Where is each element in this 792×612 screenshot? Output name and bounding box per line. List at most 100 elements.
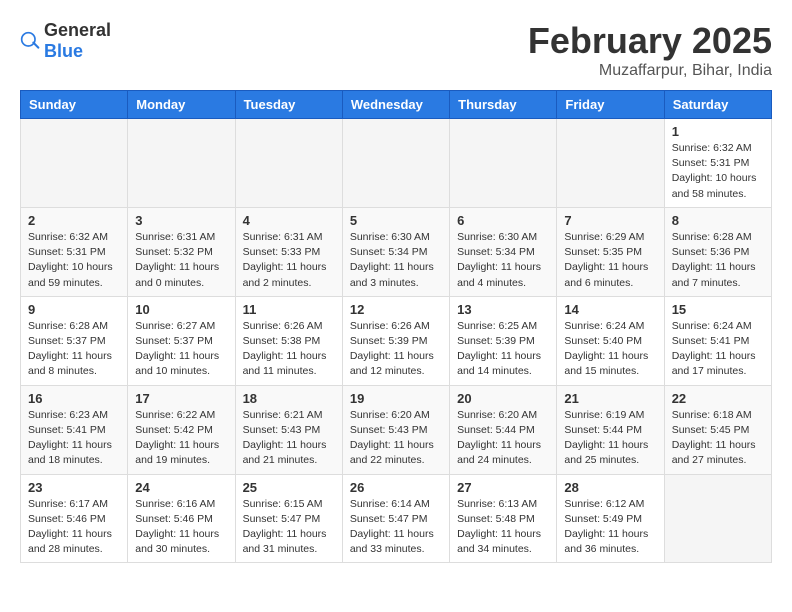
day-info: Sunrise: 6:12 AM Sunset: 5:49 PM Dayligh… — [564, 497, 656, 558]
day-cell — [235, 119, 342, 208]
day-info: Sunrise: 6:18 AM Sunset: 5:45 PM Dayligh… — [672, 408, 764, 469]
day-info: Sunrise: 6:20 AM Sunset: 5:44 PM Dayligh… — [457, 408, 549, 469]
day-cell — [128, 119, 235, 208]
day-cell: 25 Sunrise: 6:15 AM Sunset: 5:47 PM Dayli… — [235, 474, 342, 563]
day-info: Sunrise: 6:26 AM Sunset: 5:39 PM Dayligh… — [350, 319, 442, 380]
day-info: Sunrise: 6:24 AM Sunset: 5:40 PM Dayligh… — [564, 319, 656, 380]
day-info: Sunrise: 6:23 AM Sunset: 5:41 PM Dayligh… — [28, 408, 120, 469]
day-cell: 28 Sunrise: 6:12 AM Sunset: 5:49 PM Dayli… — [557, 474, 664, 563]
day-number: 15 — [672, 302, 764, 317]
day-cell — [664, 474, 771, 563]
day-number: 21 — [564, 391, 656, 406]
day-info: Sunrise: 6:27 AM Sunset: 5:37 PM Dayligh… — [135, 319, 227, 380]
day-number: 1 — [672, 124, 764, 139]
day-number: 14 — [564, 302, 656, 317]
day-info: Sunrise: 6:32 AM Sunset: 5:31 PM Dayligh… — [672, 141, 764, 202]
day-info: Sunrise: 6:17 AM Sunset: 5:46 PM Dayligh… — [28, 497, 120, 558]
day-info: Sunrise: 6:31 AM Sunset: 5:33 PM Dayligh… — [243, 230, 335, 291]
weekday-header-friday: Friday — [557, 91, 664, 119]
day-number: 25 — [243, 480, 335, 495]
day-info: Sunrise: 6:22 AM Sunset: 5:42 PM Dayligh… — [135, 408, 227, 469]
day-cell: 8Sunrise: 6:28 AM Sunset: 5:36 PM Daylig… — [664, 207, 771, 296]
weekday-header-monday: Monday — [128, 91, 235, 119]
day-cell: 4 Sunrise: 6:31 AM Sunset: 5:33 PM Daylig… — [235, 207, 342, 296]
day-number: 19 — [350, 391, 442, 406]
day-number: 17 — [135, 391, 227, 406]
day-info: Sunrise: 6:30 AM Sunset: 5:34 PM Dayligh… — [457, 230, 549, 291]
day-number: 4 — [243, 213, 335, 228]
day-number: 22 — [672, 391, 764, 406]
day-number: 20 — [457, 391, 549, 406]
day-info: Sunrise: 6:21 AM Sunset: 5:43 PM Dayligh… — [243, 408, 335, 469]
day-cell: 1 Sunrise: 6:32 AM Sunset: 5:31 PM Daylig… — [664, 119, 771, 208]
weekday-header-wednesday: Wednesday — [342, 91, 449, 119]
logo-general: General — [44, 20, 111, 40]
day-number: 11 — [243, 302, 335, 317]
day-cell: 16 Sunrise: 6:23 AM Sunset: 5:41 PM Dayli… — [21, 385, 128, 474]
day-cell: 13Sunrise: 6:25 AM Sunset: 5:39 PM Dayli… — [450, 296, 557, 385]
week-row-5: 23 Sunrise: 6:17 AM Sunset: 5:46 PM Dayli… — [21, 474, 772, 563]
day-cell — [557, 119, 664, 208]
day-info: Sunrise: 6:32 AM Sunset: 5:31 PM Dayligh… — [28, 230, 120, 291]
day-cell: 9Sunrise: 6:28 AM Sunset: 5:37 PM Daylig… — [21, 296, 128, 385]
week-row-3: 9Sunrise: 6:28 AM Sunset: 5:37 PM Daylig… — [21, 296, 772, 385]
day-info: Sunrise: 6:30 AM Sunset: 5:34 PM Dayligh… — [350, 230, 442, 291]
day-info: Sunrise: 6:16 AM Sunset: 5:46 PM Dayligh… — [135, 497, 227, 558]
day-info: Sunrise: 6:15 AM Sunset: 5:47 PM Dayligh… — [243, 497, 335, 558]
day-number: 26 — [350, 480, 442, 495]
day-cell: 18Sunrise: 6:21 AM Sunset: 5:43 PM Dayli… — [235, 385, 342, 474]
day-cell: 27Sunrise: 6:13 AM Sunset: 5:48 PM Dayli… — [450, 474, 557, 563]
day-cell: 7 Sunrise: 6:29 AM Sunset: 5:35 PM Daylig… — [557, 207, 664, 296]
day-info: Sunrise: 6:31 AM Sunset: 5:32 PM Dayligh… — [135, 230, 227, 291]
day-cell — [450, 119, 557, 208]
day-number: 12 — [350, 302, 442, 317]
day-number: 24 — [135, 480, 227, 495]
day-cell: 17 Sunrise: 6:22 AM Sunset: 5:42 PM Dayli… — [128, 385, 235, 474]
day-number: 10 — [135, 302, 227, 317]
day-cell: 23 Sunrise: 6:17 AM Sunset: 5:46 PM Dayli… — [21, 474, 128, 563]
day-number: 6 — [457, 213, 549, 228]
day-info: Sunrise: 6:25 AM Sunset: 5:39 PM Dayligh… — [457, 319, 549, 380]
day-cell: 14 Sunrise: 6:24 AM Sunset: 5:40 PM Dayli… — [557, 296, 664, 385]
day-number: 28 — [564, 480, 656, 495]
day-cell: 21 Sunrise: 6:19 AM Sunset: 5:44 PM Dayli… — [557, 385, 664, 474]
day-number: 8 — [672, 213, 764, 228]
day-cell: 6 Sunrise: 6:30 AM Sunset: 5:34 PM Daylig… — [450, 207, 557, 296]
day-info: Sunrise: 6:19 AM Sunset: 5:44 PM Dayligh… — [564, 408, 656, 469]
day-cell: 5 Sunrise: 6:30 AM Sunset: 5:34 PM Daylig… — [342, 207, 449, 296]
weekday-header-row: SundayMondayTuesdayWednesdayThursdayFrid… — [21, 91, 772, 119]
calendar-title: February 2025 — [528, 20, 772, 62]
day-number: 23 — [28, 480, 120, 495]
day-number: 5 — [350, 213, 442, 228]
logo-icon — [20, 31, 40, 51]
day-number: 3 — [135, 213, 227, 228]
day-cell: 20 Sunrise: 6:20 AM Sunset: 5:44 PM Dayli… — [450, 385, 557, 474]
day-cell: 3 Sunrise: 6:31 AM Sunset: 5:32 PM Daylig… — [128, 207, 235, 296]
day-number: 7 — [564, 213, 656, 228]
day-cell — [21, 119, 128, 208]
day-info: Sunrise: 6:14 AM Sunset: 5:47 PM Dayligh… — [350, 497, 442, 558]
day-cell: 22 Sunrise: 6:18 AM Sunset: 5:45 PM Dayli… — [664, 385, 771, 474]
day-info: Sunrise: 6:28 AM Sunset: 5:37 PM Dayligh… — [28, 319, 120, 380]
week-row-1: 1 Sunrise: 6:32 AM Sunset: 5:31 PM Daylig… — [21, 119, 772, 208]
day-info: Sunrise: 6:29 AM Sunset: 5:35 PM Dayligh… — [564, 230, 656, 291]
weekday-header-saturday: Saturday — [664, 91, 771, 119]
day-number: 2 — [28, 213, 120, 228]
day-number: 16 — [28, 391, 120, 406]
day-info: Sunrise: 6:13 AM Sunset: 5:48 PM Dayligh… — [457, 497, 549, 558]
day-cell: 26 Sunrise: 6:14 AM Sunset: 5:47 PM Dayli… — [342, 474, 449, 563]
day-cell: 24 Sunrise: 6:16 AM Sunset: 5:46 PM Dayli… — [128, 474, 235, 563]
weekday-header-thursday: Thursday — [450, 91, 557, 119]
logo: General Blue — [20, 20, 111, 62]
day-info: Sunrise: 6:26 AM Sunset: 5:38 PM Dayligh… — [243, 319, 335, 380]
calendar-table: SundayMondayTuesdayWednesdayThursdayFrid… — [20, 90, 772, 563]
title-area: February 2025 Muzaffarpur, Bihar, India — [528, 20, 772, 80]
day-cell — [342, 119, 449, 208]
day-cell: 12 Sunrise: 6:26 AM Sunset: 5:39 PM Dayli… — [342, 296, 449, 385]
calendar-subtitle: Muzaffarpur, Bihar, India — [528, 62, 772, 80]
header: General Blue February 2025 Muzaffarpur, … — [20, 20, 772, 80]
day-cell: 10 Sunrise: 6:27 AM Sunset: 5:37 PM Dayli… — [128, 296, 235, 385]
day-info: Sunrise: 6:20 AM Sunset: 5:43 PM Dayligh… — [350, 408, 442, 469]
day-cell: 11 Sunrise: 6:26 AM Sunset: 5:38 PM Dayli… — [235, 296, 342, 385]
weekday-header-sunday: Sunday — [21, 91, 128, 119]
